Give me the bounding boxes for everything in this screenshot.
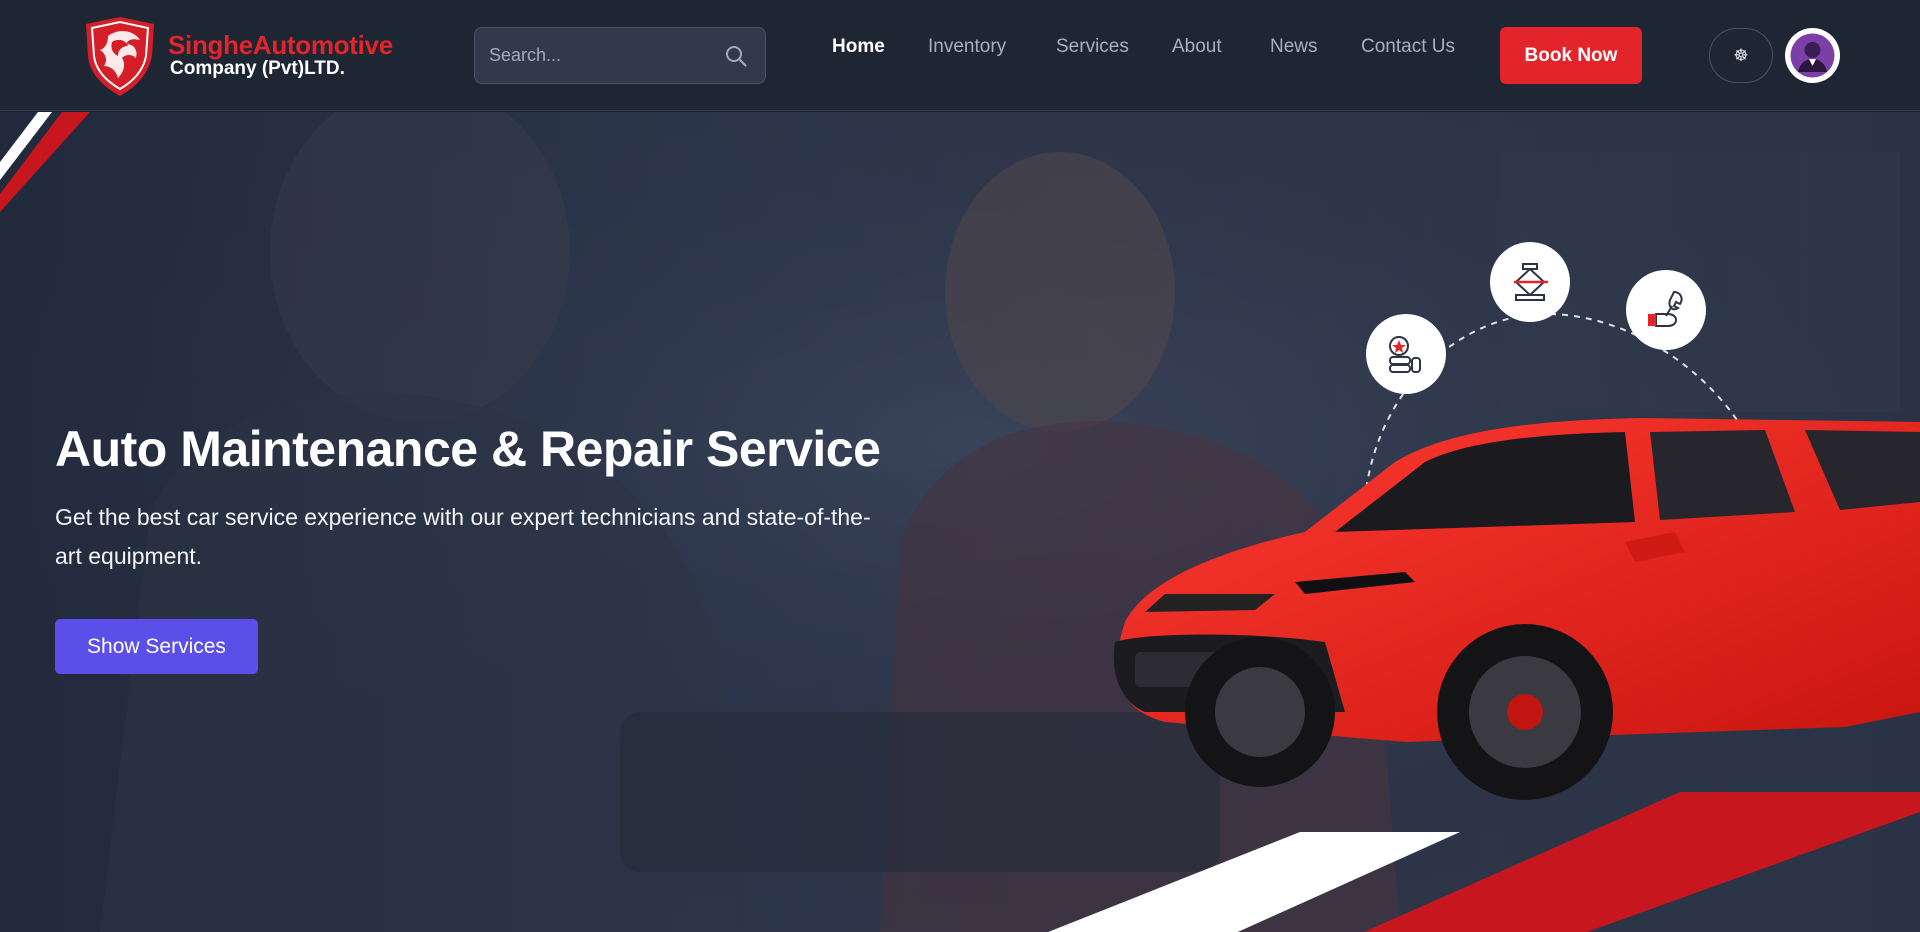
logo-company-name: SingheAutomotive	[168, 30, 393, 60]
nav-inventory[interactable]: Inventory	[928, 36, 1006, 58]
tire-icon[interactable]	[1366, 314, 1446, 394]
company-logo[interactable]: SingheAutomotive Company (Pvt)LTD.	[78, 14, 418, 98]
hero-subtitle: Get the best car service experience with…	[55, 504, 871, 569]
nav-services[interactable]: Services	[1056, 36, 1129, 58]
sun-gear-icon: ☸	[1733, 45, 1749, 65]
search-icon[interactable]	[724, 44, 748, 68]
logo-company-subtitle: Company (Pvt)LTD.	[170, 58, 345, 79]
search-input[interactable]	[475, 28, 715, 83]
site-header: SingheAutomotive Company (Pvt)LTD. Home …	[0, 0, 1920, 111]
nav-contact-us[interactable]: Contact Us	[1361, 36, 1455, 58]
nav-home[interactable]: Home	[832, 36, 885, 58]
hero-title: Auto Maintenance & Repair Service	[55, 421, 881, 477]
search-box	[474, 27, 766, 84]
book-now-button[interactable]: Book Now	[1500, 27, 1642, 84]
wrench-hand-icon[interactable]	[1626, 270, 1706, 350]
car-jack-icon[interactable]	[1490, 242, 1570, 322]
theme-toggle-button[interactable]: ☸	[1709, 28, 1773, 83]
nav-news[interactable]: News	[1270, 36, 1318, 58]
corner-stripes-decoration	[0, 112, 90, 212]
nav-about[interactable]: About	[1172, 36, 1222, 58]
red-suv-image	[1113, 418, 1920, 800]
show-services-button[interactable]: Show Services	[55, 619, 258, 674]
hero-section: Auto Maintenance & Repair Service Get th…	[0, 112, 1920, 932]
lion-shield-icon	[86, 17, 154, 96]
user-avatar-icon	[1790, 33, 1835, 78]
avatar[interactable]	[1785, 28, 1840, 83]
